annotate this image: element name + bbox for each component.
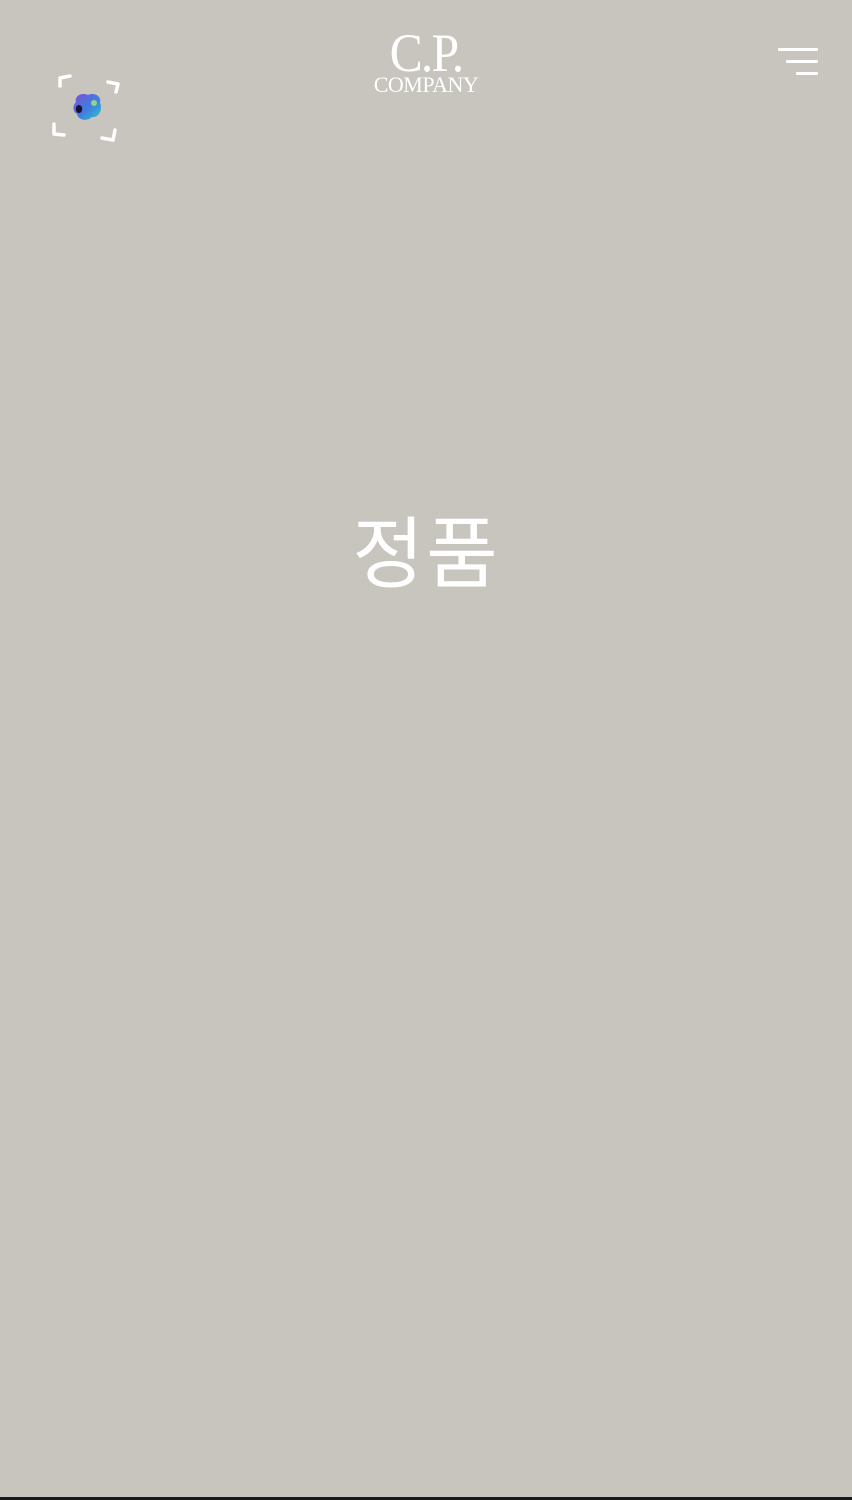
ar-scan-button[interactable] (50, 72, 124, 146)
app-screen: C.P. COMPANY 정품 (0, 0, 852, 1500)
menu-button[interactable] (772, 44, 822, 80)
logo-initials: C.P. (389, 23, 465, 83)
page-title: 정품 (352, 510, 500, 600)
brand-logo[interactable]: C.P. COMPANY (340, 26, 512, 96)
ar-scan-icon (52, 74, 120, 142)
